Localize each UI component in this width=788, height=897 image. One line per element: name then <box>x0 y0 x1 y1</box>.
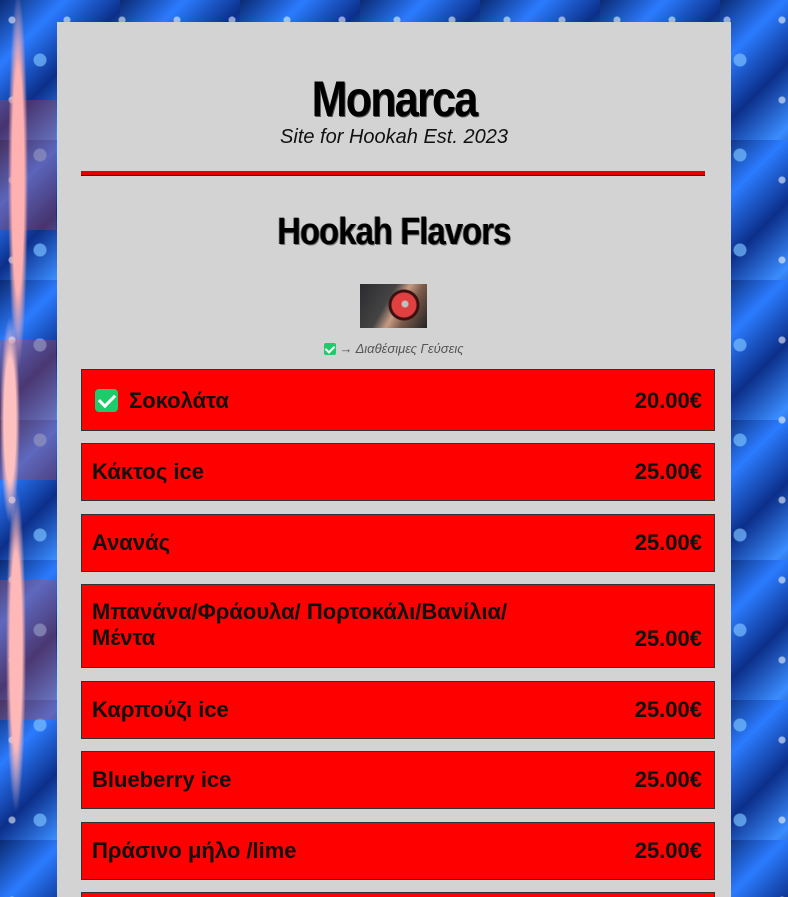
flavor-name: Καρπούζι ice <box>92 697 229 722</box>
check-icon <box>324 343 337 355</box>
flavor-item[interactable]: Blueberry ice 25.00€ <box>81 751 715 809</box>
flavor-price: 25.00€ <box>634 530 702 555</box>
flavor-item[interactable]: Καρπούζι ice 25.00€ <box>81 681 715 739</box>
flavor-name: Σοκολάτα <box>129 388 229 413</box>
flavor-price: 25.00€ <box>634 697 702 722</box>
site-subtitle: Site for Hookah Est. 2023 <box>280 126 508 148</box>
site-title: Monarca <box>311 71 479 127</box>
flavor-item[interactable]: Σοκολάτα 20.00€ <box>81 369 715 431</box>
flavor-item[interactable]: Μπανάνα/Φράουλα/ Πορτοκάλι/Βανίλια/Μέντα… <box>81 584 715 668</box>
content-panel: Monarca Site for Hookah Est. 2023 Hookah… <box>57 22 731 897</box>
flavor-name: Ανανάς <box>92 530 171 555</box>
flavor-name: Μπανάνα/Φράουλα/ Πορτοκάλι/Βανίλια/Μέντα <box>92 599 508 650</box>
flavor-item-partial[interactable] <box>81 892 715 897</box>
hookah-image <box>360 284 427 328</box>
flavor-item[interactable]: Πράσινο μήλο /lime 25.00€ <box>81 822 715 880</box>
availability-legend: → Διαθέσιμες Γεύσεις <box>57 341 731 356</box>
header-divider <box>81 171 705 176</box>
background-tree <box>0 0 56 897</box>
flavor-price: 25.00€ <box>634 626 702 651</box>
flavor-price: 25.00€ <box>634 459 702 484</box>
flavor-name: Blueberry ice <box>92 767 232 792</box>
flavor-name: Πράσινο μήλο /lime <box>92 838 297 863</box>
flavor-item[interactable]: Κάκτος ice 25.00€ <box>81 443 715 501</box>
section-title: Hookah Flavors <box>277 211 511 253</box>
flavor-price: 20.00€ <box>634 388 702 413</box>
flavor-price: 25.00€ <box>634 767 702 792</box>
flavor-name: Κάκτος ice <box>92 459 204 484</box>
check-icon <box>95 389 118 412</box>
legend-text: → Διαθέσιμες Γεύσεις <box>339 341 464 356</box>
flavor-item[interactable]: Ανανάς 25.00€ <box>81 514 715 572</box>
flavor-price: 25.00€ <box>634 838 702 863</box>
